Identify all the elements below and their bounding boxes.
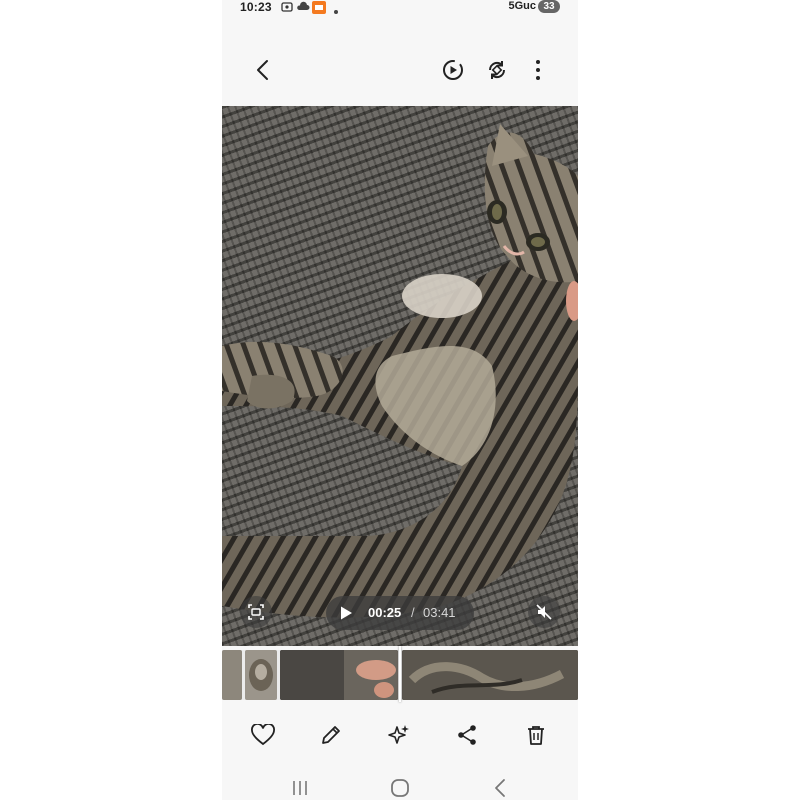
status-bar: 10:23 5Guc 33: [222, 0, 578, 16]
system-navigation-bar: [222, 774, 578, 800]
timeline-thumbnail[interactable]: [402, 650, 578, 700]
cloud-icon: [296, 1, 310, 16]
sparkle-effects-icon[interactable]: [384, 720, 414, 750]
current-time: 00:25: [368, 605, 402, 620]
back-icon[interactable]: [488, 778, 512, 798]
video-frame[interactable]: 00:25 / 03:41: [222, 106, 578, 646]
delete-trash-icon[interactable]: [521, 720, 551, 750]
timeline-thumbnail[interactable]: [245, 650, 277, 700]
home-icon[interactable]: [388, 778, 412, 798]
screenshot-icon: [281, 1, 293, 16]
bottom-action-bar: [222, 716, 578, 752]
timeline-thumbnail[interactable]: [280, 650, 398, 700]
edit-pencil-icon[interactable]: [316, 720, 346, 750]
mute-icon[interactable]: [528, 596, 560, 628]
kitten-image: [222, 124, 578, 618]
status-time: 10:23: [240, 0, 272, 14]
heart-icon[interactable]: [248, 720, 278, 750]
timeline-thumbnail[interactable]: [222, 650, 242, 700]
app-notification-icon: [312, 1, 326, 17]
battery-level: 33: [538, 0, 560, 13]
video-duration: 03:41: [423, 605, 456, 620]
capture-frame-icon[interactable]: [240, 596, 272, 628]
rotate-icon[interactable]: [482, 55, 512, 85]
timeline-playhead[interactable]: [399, 646, 401, 702]
video-player-controls: 00:25 / 03:41: [326, 596, 474, 630]
time-separator: /: [411, 605, 415, 620]
recent-apps-icon[interactable]: [288, 778, 312, 798]
network-type: 5Guc: [508, 0, 536, 12]
motion-play-icon[interactable]: [438, 55, 468, 85]
share-icon[interactable]: [452, 720, 482, 750]
back-arrow-icon[interactable]: [248, 55, 278, 85]
more-options-icon[interactable]: [523, 55, 553, 85]
phone-screen: 10:23 5Guc 33 00:25 / 03:41: [222, 0, 578, 800]
top-toolbar: [222, 46, 578, 94]
dot-icon: [333, 4, 339, 18]
play-icon[interactable]: [338, 605, 354, 624]
